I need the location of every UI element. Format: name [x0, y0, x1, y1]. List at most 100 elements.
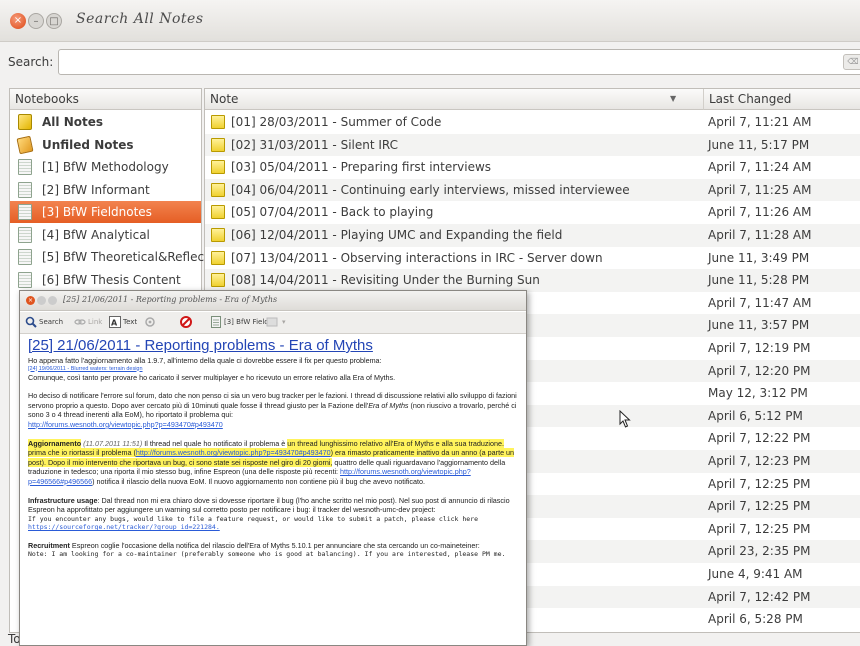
- note-window: × [25] 21/06/2011 - Reporting problems -…: [19, 290, 527, 646]
- note-last-changed: April 7, 12:25 PM: [708, 499, 811, 514]
- minimize-window-button[interactable]: –: [28, 13, 44, 29]
- notebook-icon: [18, 159, 32, 175]
- title-bar: × – □ Search All Notes: [0, 0, 860, 42]
- note-body[interactable]: [25] 21/06/2011 - Reporting problems - E…: [20, 335, 526, 645]
- notebooks-header[interactable]: Notebooks: [10, 89, 201, 110]
- note-row[interactable]: [03] 05/04/2011 - Preparing first interv…: [205, 156, 860, 179]
- sync-icon[interactable]: [266, 316, 278, 328]
- note-title: [03] 05/04/2011 - Preparing first interv…: [231, 160, 492, 175]
- note-last-changed: April 7, 12:23 PM: [708, 454, 811, 468]
- note-maximize-button[interactable]: [48, 296, 57, 305]
- note-last-changed: April 7, 12:25 PM: [708, 476, 811, 491]
- note-last-changed: April 6, 5:12 PM: [708, 408, 803, 423]
- tools-icon[interactable]: [144, 316, 156, 328]
- infrastructure-paragraph: Infrastructure usage: Dal thread non mi …: [28, 495, 510, 515]
- notebook-label: [3] BfW Fieldnotes: [42, 205, 152, 219]
- note-icon: [211, 250, 225, 265]
- note-title: [08] 14/04/2011 - Revisiting Under the B…: [231, 273, 540, 288]
- forum-link[interactable]: http://forums.wesnoth.org/viewtopic.php?…: [28, 420, 223, 429]
- note-last-changed: June 11, 5:28 PM: [708, 273, 810, 288]
- clear-search-icon[interactable]: ⌫: [843, 54, 860, 70]
- note-title: [06] 12/04/2011 - Playing UMC and Expand…: [231, 228, 563, 242]
- note-last-changed: April 7, 11:28 AM: [708, 228, 812, 242]
- search-icon[interactable]: [25, 316, 37, 328]
- note-window-title: [25] 21/06/2011 - Reporting problems - E…: [63, 295, 278, 304]
- search-input[interactable]: ▼: [58, 49, 860, 75]
- note-title: [02] 31/03/2011 - Silent IRC: [231, 137, 399, 152]
- notebook-item[interactable]: [4] BfW Analytical: [10, 224, 201, 246]
- notebook-item[interactable]: [2] BfW Informant: [10, 179, 201, 201]
- close-window-button[interactable]: ×: [10, 13, 26, 29]
- note-last-changed: April 7, 12:42 PM: [708, 589, 811, 604]
- notebook-label: Unfiled Notes: [42, 137, 134, 152]
- last-changed-column-header[interactable]: Last Changed: [703, 89, 860, 110]
- note-icon: [211, 160, 225, 175]
- note-last-changed: June 4, 9:41 AM: [708, 567, 803, 581]
- status-text: To: [8, 632, 21, 646]
- note-icon: [211, 115, 225, 129]
- note-last-changed: June 11, 5:17 PM: [708, 137, 810, 152]
- note-row[interactable]: [08] 14/04/2011 - Revisiting Under the B…: [205, 269, 860, 292]
- note-paragraph: Ho appena fatto l'aggiornamento alla 1.9…: [28, 356, 382, 365]
- note-toolbar: Search Link A Text [3] BfW Field... ▾: [20, 312, 526, 334]
- svg-text:A: A: [111, 319, 118, 328]
- note-last-changed: April 7, 12:19 PM: [708, 341, 811, 355]
- notebook-item[interactable]: [1] BfW Methodology: [10, 156, 201, 178]
- note-row[interactable]: [04] 06/04/2011 - Continuing early inter…: [205, 178, 860, 202]
- note-row[interactable]: [02] 31/03/2011 - Silent IRC June 11, 5:1…: [205, 133, 860, 157]
- note-row[interactable]: [07] 13/04/2011 - Observing interactions…: [205, 247, 860, 270]
- notebook-icon: [18, 204, 32, 220]
- note-link[interactable]: [24] 19/06/2011 - Blurred waters: terrai…: [28, 366, 518, 373]
- note-column-header[interactable]: Note ▼: [205, 89, 703, 110]
- notebook-item[interactable]: [5] BfW Theoretical&Reflec...: [10, 246, 216, 268]
- note-row[interactable]: [06] 12/04/2011 - Playing UMC and Expand…: [205, 224, 860, 247]
- note-icon: [211, 137, 225, 152]
- maximize-window-button[interactable]: □: [46, 13, 62, 29]
- recruitment-paragraph: Recruitment Espreon coglie l'occasione d…: [28, 540, 480, 550]
- note-last-changed: April 7, 12:25 PM: [708, 521, 811, 536]
- notebook-label: [6] BfW Thesis Content: [42, 272, 181, 287]
- notebook-label: All Notes: [42, 115, 103, 129]
- note-last-changed: April 6, 5:28 PM: [708, 612, 803, 627]
- more-dropdown-icon[interactable]: ▾: [282, 318, 286, 326]
- code-quote: If you encounter any bugs, would like to…: [28, 514, 479, 532]
- note-last-changed: April 7, 11:47 AM: [708, 295, 812, 310]
- update-paragraph: Aggiornamento (11.07.2011 11:51) Il thre…: [28, 438, 515, 486]
- notebook-icon: [18, 271, 32, 288]
- sort-arrow-icon: ▼: [670, 94, 677, 103]
- note-title: [04] 06/04/2011 - Continuing early inter…: [231, 182, 630, 197]
- tracker-link[interactable]: https://sourceforge.net/tracker/?group_i…: [28, 523, 220, 531]
- note-icon: [211, 273, 225, 288]
- note-title: [05] 07/04/2011 - Back to playing: [231, 205, 434, 220]
- link-button[interactable]: Link: [88, 318, 102, 326]
- search-all-notes-window: × – □ Search All Notes Search: ▼ ⌫ Noteb…: [0, 0, 860, 646]
- note-last-changed: April 23, 2:35 PM: [708, 544, 811, 559]
- note-row[interactable]: [05] 07/04/2011 - Back to playing April 7…: [205, 201, 860, 224]
- notebook-label: [1] BfW Methodology: [42, 160, 169, 174]
- text-button[interactable]: Text: [123, 318, 137, 326]
- note-last-changed: April 7, 12:20 PM: [708, 363, 811, 378]
- note-title: [07] 13/04/2011 - Observing interactions…: [231, 250, 603, 265]
- note-minimize-button[interactable]: [37, 296, 46, 305]
- notebook-item[interactable]: Unfiled Notes: [10, 134, 201, 156]
- forum-link[interactable]: http://forums.wesnoth.org/viewtopic.php?…: [135, 448, 331, 458]
- note-last-changed: April 7, 12:22 PM: [708, 431, 811, 446]
- unfiled-notes-icon: [16, 135, 34, 154]
- note-last-changed: April 7, 11:24 AM: [708, 160, 812, 175]
- search-button[interactable]: Search: [39, 318, 63, 326]
- code-quote: Note: I am looking for a co-maintainer (…: [28, 550, 506, 559]
- note-paragraph: Ho deciso di notificare l'errore sul for…: [28, 391, 517, 429]
- notebook-item[interactable]: [6] BfW Thesis Content: [10, 269, 201, 291]
- note-title: [01] 28/03/2011 - Summer of Code: [231, 115, 442, 129]
- note-icon: [211, 182, 225, 197]
- note-last-changed: April 7, 11:26 AM: [708, 205, 812, 220]
- note-last-changed: April 7, 11:25 AM: [708, 182, 812, 197]
- note-close-button[interactable]: ×: [26, 296, 35, 305]
- notebook-item[interactable]: [3] BfW Fieldnotes: [10, 201, 201, 223]
- mouse-cursor-icon: [619, 410, 631, 428]
- text-format-icon: A: [109, 316, 121, 328]
- note-title-bar: × [25] 21/06/2011 - Reporting problems -…: [20, 291, 526, 311]
- note-row[interactable]: [01] 28/03/2011 - Summer of Code April 7,…: [205, 111, 860, 134]
- notebook-item[interactable]: All Notes: [10, 111, 201, 133]
- delete-icon[interactable]: [180, 316, 192, 328]
